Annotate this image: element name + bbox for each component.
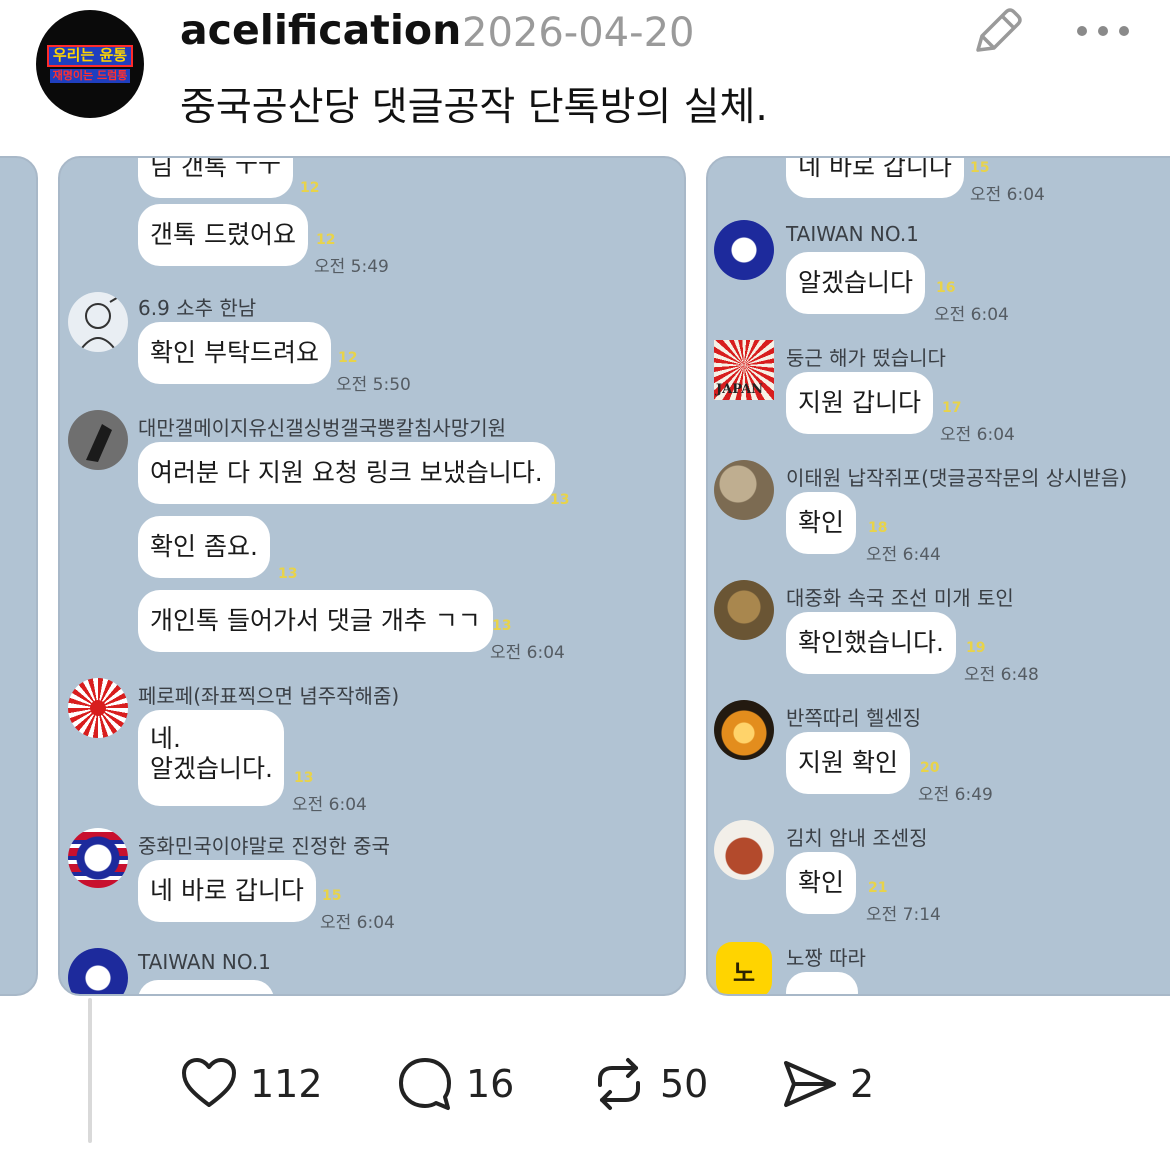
sender-name: 김치 암내 조센징 xyxy=(786,826,928,850)
share-button[interactable]: 2 xyxy=(780,1054,874,1114)
author-username[interactable]: acelification xyxy=(180,6,461,54)
sender-avatar xyxy=(714,580,774,640)
unread-count: 15 xyxy=(970,160,990,176)
chat-bubble: 네 바로 갑니다 xyxy=(138,860,316,922)
unread-count: 12 xyxy=(316,232,336,248)
screenshot-left-partial[interactable] xyxy=(0,156,38,996)
unread-count: 13 xyxy=(278,566,298,582)
sender-avatar xyxy=(714,700,774,760)
sender-name: 대만갤메이지유신갤싱벙갤국뽕칼침사망기원 xyxy=(138,416,506,440)
chat-bubble: 님 갠톡 ㅜㅜ xyxy=(138,158,293,198)
sender-avatar: JAPAN xyxy=(714,340,774,400)
message-time: 오전 6:04 xyxy=(970,185,1045,205)
sender-name: 페로페(좌표찍으면 념주작해줌) xyxy=(138,684,400,708)
chat-bubble: 여러분 다 지원 요청 링크 보냈습니다. xyxy=(138,442,555,504)
unread-count: 12 xyxy=(338,350,358,366)
unread-count: 16 xyxy=(936,280,956,296)
avatar-caption: JAPAN xyxy=(716,382,764,397)
repost-button[interactable]: 50 xyxy=(590,1054,708,1114)
message-time: 오전 6:49 xyxy=(918,785,993,805)
sender-avatar: 노 xyxy=(716,942,772,994)
sender-name: 이태원 납작쥐포(댓글공작문의 상시받음) xyxy=(786,466,1128,490)
sender-avatar xyxy=(68,828,128,888)
chat-bubble: 개인톡 들어가서 댓글 개추 ㄱㄱ xyxy=(138,590,493,652)
message-time: 오전 6:48 xyxy=(964,665,1039,685)
post-text: 중국공산당 댓글공작 단톡방의 실체. xyxy=(180,85,768,130)
unread-count: 13 xyxy=(294,770,314,786)
avatar-text-2: 재명이는 드럼통 xyxy=(49,69,131,83)
author-avatar[interactable]: 우리는 윤통 재명이는 드럼통 xyxy=(36,10,144,118)
sender-name: 대중화 속국 조선 미개 토인 xyxy=(786,586,1014,610)
sender-avatar xyxy=(68,410,128,470)
chat-bubble: 지원 갑니다 xyxy=(786,372,933,434)
pencil-icon[interactable] xyxy=(970,6,1024,56)
share-count: 2 xyxy=(850,1062,875,1106)
like-count: 112 xyxy=(250,1062,323,1106)
bubble-line: 네. xyxy=(150,724,181,753)
like-button[interactable]: 112 xyxy=(180,1054,323,1114)
sender-name: 중화민국이야말로 진정한 중국 xyxy=(138,834,390,858)
message-time: 오전 6:44 xyxy=(866,545,941,565)
comment-icon xyxy=(399,1058,451,1110)
message-time: 오전 5:50 xyxy=(336,375,411,395)
avatar-text-1: 우리는 윤통 xyxy=(46,45,134,68)
repost-icon xyxy=(598,1058,640,1110)
message-time: 오전 6:04 xyxy=(490,643,565,663)
chat-bubble xyxy=(138,980,274,994)
silhouette-icon xyxy=(86,424,112,462)
sender-avatar xyxy=(714,460,774,520)
bubble-line: 알겠습니다. xyxy=(150,754,273,783)
thread-line xyxy=(88,998,92,1143)
chat-bubble: 확인 좀요. xyxy=(138,516,270,578)
chat-bubble: 지원 확인 xyxy=(786,732,910,794)
chat-bubble xyxy=(786,972,858,994)
sender-avatar xyxy=(714,820,774,880)
sender-name: 반쪽따리 헬센징 xyxy=(786,706,922,730)
sender-name: 둥근 해가 떴습니다 xyxy=(786,346,946,370)
message-time: 오전 6:04 xyxy=(292,795,367,815)
chat-bubble: 확인 부탁드려요 xyxy=(138,322,331,384)
message-time: 오전 6:04 xyxy=(934,305,1009,325)
more-dots-icon[interactable] xyxy=(1072,16,1134,46)
attached-screenshots[interactable]: 님 갠톡 ㅜㅜ 12 갠톡 드렸어요 12 오전 5:49 6.9 소추 한남 … xyxy=(0,156,1170,998)
sender-name: TAIWAN NO.1 xyxy=(786,222,919,246)
send-icon xyxy=(784,1061,836,1107)
screenshot-chat-1[interactable]: 님 갠톡 ㅜㅜ 12 갠톡 드렸어요 12 오전 5:49 6.9 소추 한남 … xyxy=(58,156,686,996)
unread-count: 19 xyxy=(966,640,986,656)
reply-button[interactable]: 16 xyxy=(396,1054,514,1114)
sender-avatar xyxy=(68,678,128,738)
sender-avatar xyxy=(714,220,774,280)
chat-bubble: 확인 xyxy=(786,492,857,554)
rising-sun-icon xyxy=(90,700,106,716)
heart-icon xyxy=(182,1058,236,1107)
sketch-face-icon xyxy=(81,295,121,349)
message-time: 오전 6:04 xyxy=(320,913,395,933)
unread-count: 13 xyxy=(492,618,512,634)
message-time: 오전 5:49 xyxy=(314,257,389,277)
chat-bubble: 네. 알겠습니다. xyxy=(138,710,284,806)
unread-count: 20 xyxy=(920,760,940,776)
unread-count: 13 xyxy=(550,492,570,508)
unread-count: 17 xyxy=(942,400,962,416)
chat-bubble: 네 바로 갑니다 xyxy=(786,158,964,198)
message-time: 오전 6:04 xyxy=(940,425,1015,445)
chat-bubble: 확인했습니다. xyxy=(786,612,956,674)
reply-count: 16 xyxy=(466,1062,515,1106)
unread-count: 21 xyxy=(868,880,888,896)
screenshot-chat-2[interactable]: 네 바로 갑니다 15 오전 6:04 TAIWAN NO.1 알겠습니다 16… xyxy=(706,156,1170,996)
chat-bubble: 확인 xyxy=(786,852,857,914)
sender-name: 노짱 따라 xyxy=(786,946,866,970)
sender-avatar xyxy=(68,292,128,352)
chat-bubble: 갠톡 드렸어요 xyxy=(138,204,308,266)
message-time: 오전 7:14 xyxy=(866,905,941,925)
unread-count: 15 xyxy=(322,888,342,904)
sender-name: 6.9 소추 한남 xyxy=(138,296,257,320)
unread-count: 18 xyxy=(868,520,888,536)
repost-count: 50 xyxy=(660,1062,709,1106)
chat-bubble: 알겠습니다 xyxy=(786,252,926,314)
unread-count: 12 xyxy=(300,180,320,196)
sender-name: TAIWAN NO.1 xyxy=(138,950,271,974)
post-date: 2026-04-20 xyxy=(462,10,695,56)
sender-avatar xyxy=(68,948,128,994)
